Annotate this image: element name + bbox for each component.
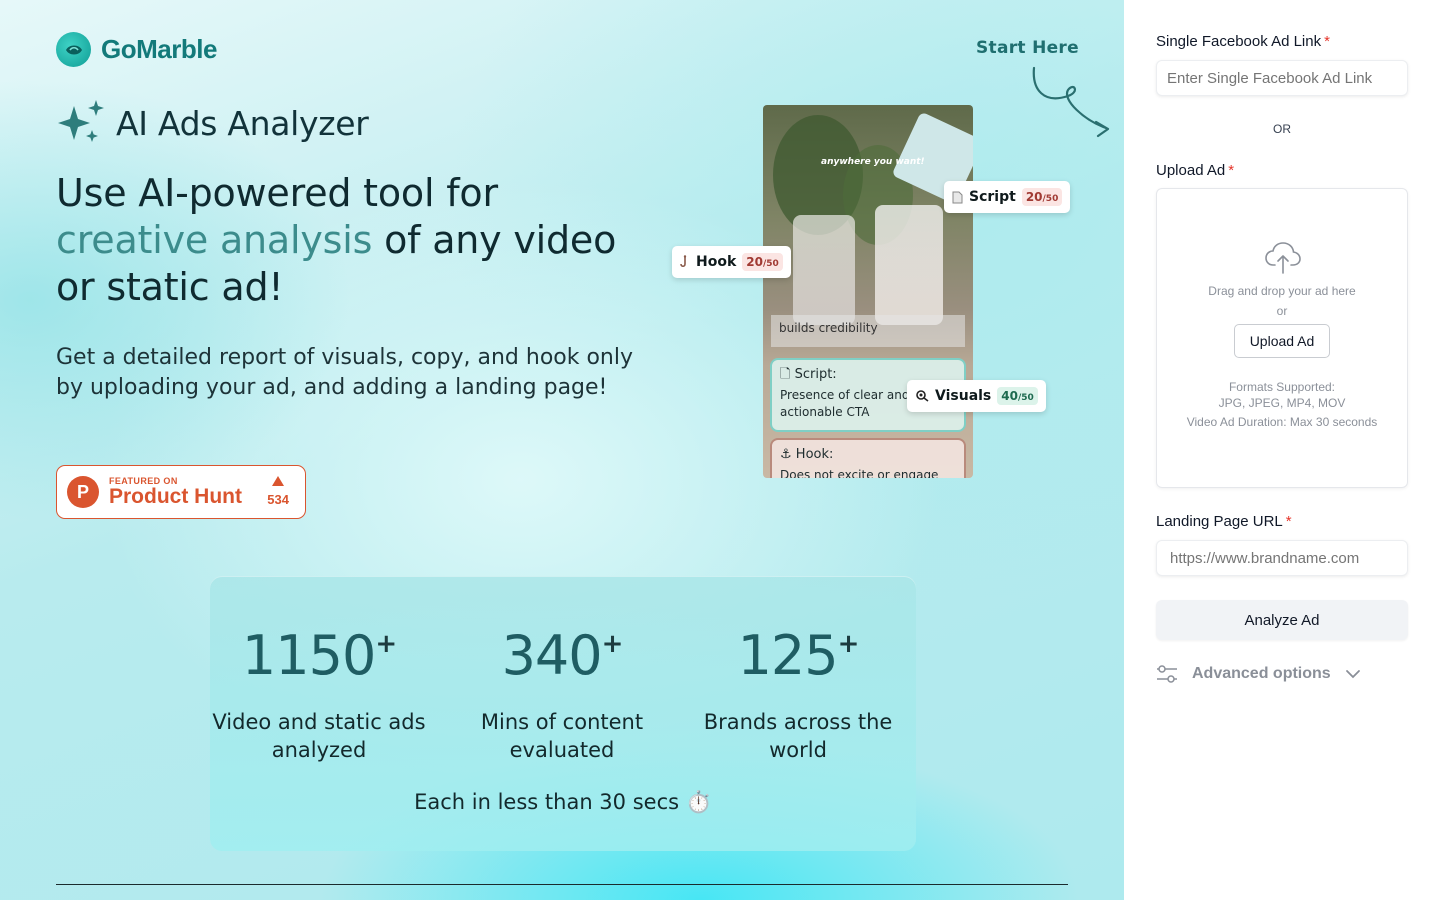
visuals-tag-label: Visuals [935, 388, 992, 404]
upvote-icon [272, 476, 285, 486]
or-separator: OR [1273, 122, 1291, 136]
document-icon [952, 191, 963, 203]
stat-minutes-evaluated: 340+ Mins of content evaluated [444, 620, 680, 764]
visuals-score: 40/50 [997, 387, 1038, 405]
preview-caption: anywhere you want! [821, 157, 925, 167]
advanced-options-label: Advanced options [1192, 665, 1331, 682]
app-title: AI Ads Analyzer [56, 100, 369, 146]
stat-label: Video and static ads analyzed [212, 710, 426, 762]
dropzone-or: or [1276, 304, 1288, 318]
hook-card-body: Does not excite or engage [780, 468, 939, 478]
jar-right [875, 205, 943, 325]
ad-preview-image: anywhere you want! builds credibility 🗋 … [763, 105, 973, 478]
formats-supported: Formats Supported: JPG, JPEG, MP4, MOV [1157, 379, 1407, 411]
product-hunt-badge[interactable]: P FEATURED ON Product Hunt 534 [56, 465, 306, 519]
upload-ad-button[interactable]: Upload Ad [1234, 324, 1330, 358]
eye-icon [916, 390, 929, 402]
stat-value: 125 [737, 624, 839, 687]
ad-link-input[interactable] [1156, 60, 1408, 96]
analyzer-form: Single Facebook Ad Link* OR Upload Ad* D… [1124, 0, 1440, 900]
stats-footer: Each in less than 30 secs ⏱️ [414, 790, 712, 814]
visuals-score-tag: Visuals 40/50 [907, 380, 1046, 412]
stat-label: Mins of content evaluated [480, 710, 644, 762]
sliders-icon [1157, 665, 1177, 683]
ad-link-label: Single Facebook Ad Link * [1156, 33, 1330, 50]
script-tag-label: Script [969, 189, 1016, 205]
product-hunt-votes: 534 [267, 476, 289, 507]
document-icon: 🗋 [780, 367, 791, 382]
stat-label: Brands across the world [703, 710, 893, 762]
headline-line2: of any video [372, 218, 617, 262]
hook-score: 20/50 [742, 253, 783, 271]
script-card-title: Script: [794, 367, 837, 382]
headline-accent: creative analysis [56, 218, 373, 262]
hero-section: GoMarble Start Here AI Ads Analyzer Use … [0, 0, 1124, 900]
vote-count: 534 [267, 492, 289, 507]
formats-list: JPG, JPEG, MP4, MOV [1218, 396, 1346, 410]
upload-ad-label: Upload Ad * [1156, 162, 1235, 179]
cloud-upload-icon [1265, 242, 1301, 274]
start-here-label: Start Here [976, 38, 1079, 58]
app-title-text: AI Ads Analyzer [116, 103, 369, 143]
advanced-options-toggle[interactable]: Advanced options [1156, 664, 1361, 684]
logo-mark-icon [56, 32, 91, 67]
stat-value: 340 [501, 624, 603, 687]
chevron-down-icon [1345, 670, 1360, 679]
stat-value: 1150 [241, 624, 376, 687]
landing-page-input[interactable] [1156, 540, 1408, 576]
duration-limit: Video Ad Duration: Max 30 seconds [1186, 415, 1378, 429]
headline-line3: or static ad! [56, 265, 284, 309]
jar-left [793, 215, 855, 325]
divider [56, 884, 1068, 885]
subheadline: Get a detailed report of visuals, copy, … [56, 345, 634, 400]
sparkles-icon [58, 100, 104, 142]
product-hunt-name: Product Hunt [109, 485, 242, 508]
product-hunt-icon: P [67, 476, 99, 508]
brand-name: GoMarble [101, 34, 217, 64]
stat-brands: 125+ Brands across the world [680, 620, 916, 764]
stats-panel: 1150+ Video and static ads analyzed 340+… [210, 576, 916, 851]
analyze-ad-button[interactable]: Analyze Ad [1156, 600, 1408, 640]
hook-icon: ⚓ [780, 447, 792, 462]
preview-faded-text: builds credibility [771, 315, 965, 347]
headline-line1: Use AI-powered tool for [56, 171, 498, 215]
script-score-tag: Script 20/50 [944, 181, 1071, 213]
hook-card-title: Hook: [795, 447, 834, 462]
headline: Use AI-powered tool for creative analysi… [56, 170, 676, 311]
curved-arrow-icon [1032, 66, 1110, 138]
script-score: 20/50 [1021, 188, 1063, 206]
landing-page-label: Landing Page URL * [1156, 513, 1292, 530]
hook-icon [680, 255, 687, 268]
upload-dropzone[interactable]: Drag and drop your ad here or Upload Ad … [1156, 188, 1408, 488]
formats-title: Formats Supported: [1228, 380, 1336, 394]
hook-tag-label: Hook [696, 254, 737, 270]
preview-hook-card: ⚓ Hook: Does not excite or engage [770, 438, 966, 478]
gomarble-logo[interactable]: GoMarble [56, 32, 217, 67]
dropzone-drag-text: Drag and drop your ad here [1208, 284, 1356, 298]
hook-score-tag: Hook 20/50 [672, 246, 791, 278]
stat-ads-analyzed: 1150+ Video and static ads analyzed [201, 620, 437, 764]
